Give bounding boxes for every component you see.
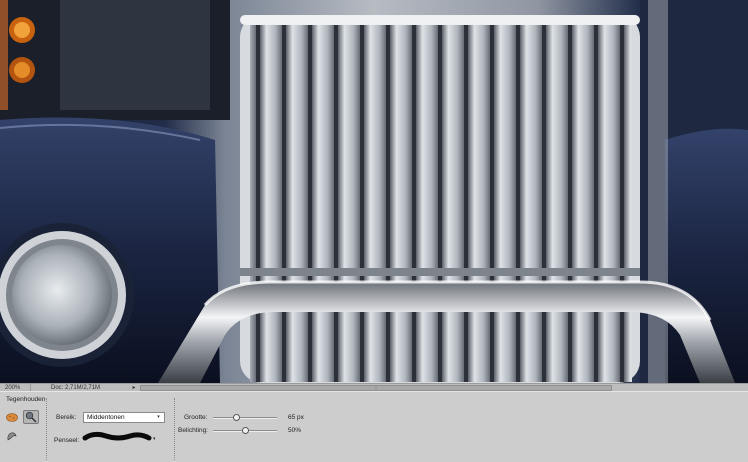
- status-menu-arrow[interactable]: ▸: [130, 384, 138, 391]
- range-value: Middentonen: [87, 414, 125, 421]
- size-value[interactable]: 65 px: [288, 414, 304, 421]
- brush-label: Penseel:: [54, 437, 80, 444]
- size-slider[interactable]: [213, 414, 277, 421]
- sponge-icon: [6, 413, 18, 422]
- image-canvas[interactable]: [0, 0, 748, 383]
- chevron-down-icon: ▾: [157, 414, 160, 420]
- document-info: Doc: 2,71M/2,71M: [30, 384, 130, 391]
- burn-icon: [7, 432, 17, 441]
- size-slider-thumb[interactable]: [233, 414, 240, 421]
- options-divider: [46, 398, 47, 460]
- status-bar: 200% Doc: 2,71M/2,71M ▸ ::: [0, 383, 748, 391]
- truck-photo: [0, 0, 748, 383]
- brush-preview[interactable]: [82, 427, 152, 447]
- range-dropdown[interactable]: Middentonen ▾: [83, 412, 165, 423]
- exposure-label: Belichting:: [178, 427, 208, 434]
- sponge-tool-button[interactable]: [4, 410, 20, 424]
- scrollbar-grip[interactable]: ::: [372, 386, 380, 391]
- dodge-icon: [25, 411, 37, 423]
- dodge-tool-button[interactable]: [23, 410, 39, 424]
- exposure-value[interactable]: 50%: [288, 427, 301, 434]
- tool-name: Tegenhouden: [6, 396, 46, 403]
- options-divider: [174, 398, 175, 460]
- exposure-slider-thumb[interactable]: [242, 427, 249, 434]
- burn-tool-button[interactable]: [4, 429, 20, 443]
- range-label: Bereik:: [56, 414, 77, 421]
- zoom-level[interactable]: 200%: [0, 385, 30, 391]
- exposure-slider[interactable]: [213, 427, 277, 434]
- brush-picker-arrow[interactable]: ▾: [153, 436, 156, 442]
- tool-options-panel: Tegenhouden Bereik: Middentonen ▾ Pensee…: [0, 391, 748, 462]
- size-label: Grootte:: [184, 414, 208, 421]
